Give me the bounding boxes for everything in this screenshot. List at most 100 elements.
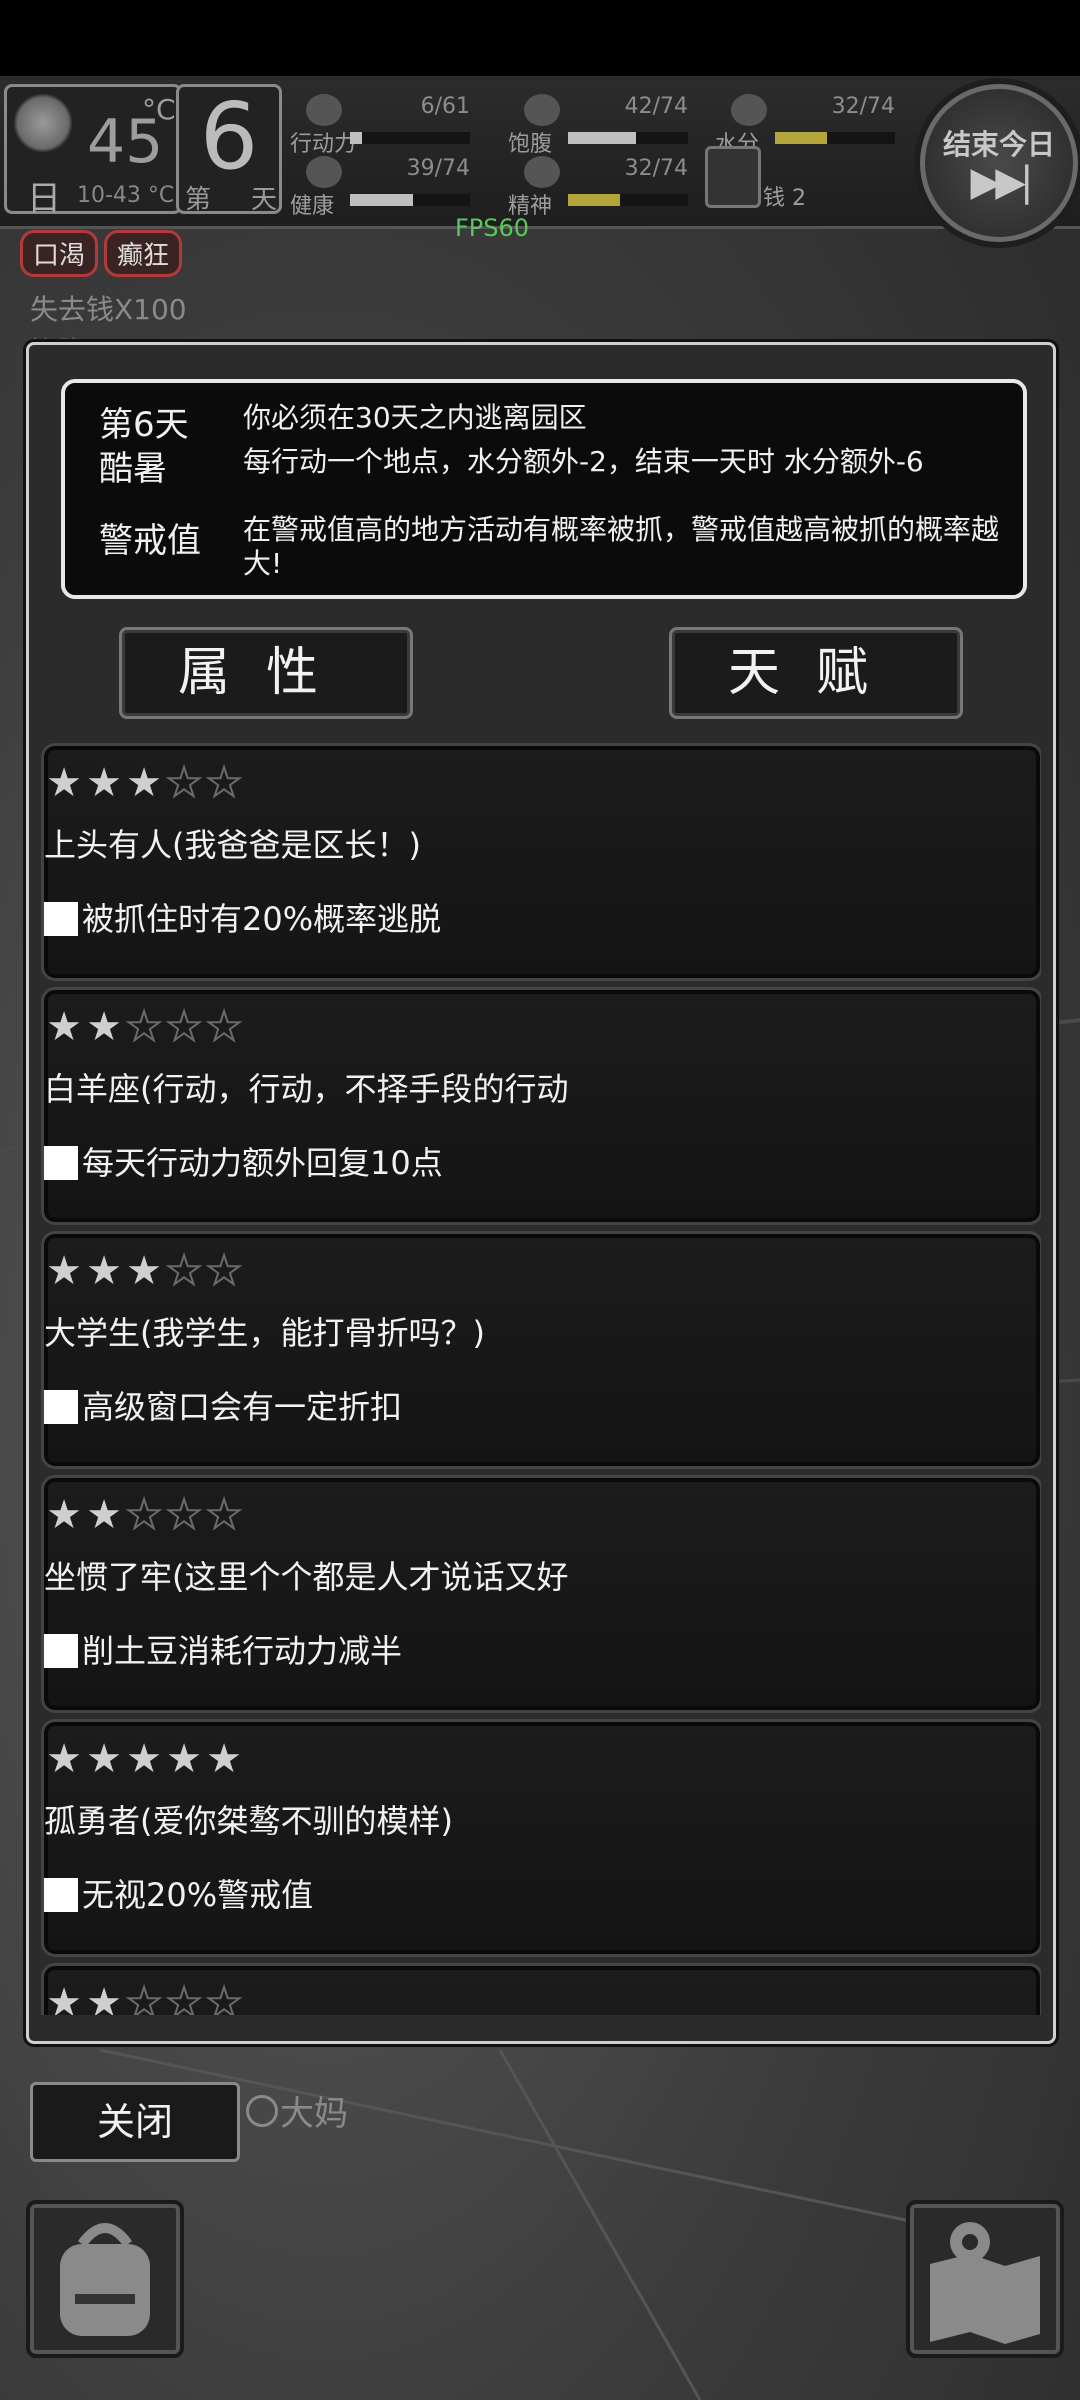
backpack-button[interactable] xyxy=(26,2200,184,2358)
map-button[interactable] xyxy=(906,2200,1064,2358)
talent-title: 大学生(我学生，能打骨折吗？) xyxy=(44,1314,485,1352)
backpack-icon xyxy=(60,2223,150,2336)
star-icon: ★ xyxy=(205,1004,243,1050)
stat-value: 32/74 xyxy=(831,94,895,119)
character-modal: 第6天 你必须在30天之内逃离园区 酷暑 每行动一个地点，水分额外-2，结束一天… xyxy=(26,342,1056,2044)
star-icon: ★ xyxy=(86,1736,122,1782)
npc-aunt[interactable]: 大妈 xyxy=(246,2086,348,2135)
status-tag: 癫狂 xyxy=(104,230,183,277)
star-icon: ★ xyxy=(205,1492,243,1538)
info-value: 每行动一个地点，水分额外-2，结束一天时 水分额外-6 xyxy=(243,445,924,478)
talent-card-list[interactable]: ★ ★ ★ ★ ★ 上头有人(我爸爸是区长！) 被抓住时有20%概率逃脱 ★ ★ ★ ★ ★ 白… xyxy=(41,743,1041,2015)
star-icon: ★ xyxy=(166,1736,202,1782)
talent-card[interactable]: ★ ★ ★ ★ ★ 坐惯了牢(这里个个都是人才说话又好 削土豆消耗行动力减半 xyxy=(41,1475,1041,1713)
stat-value: 42/74 xyxy=(624,94,688,119)
star-rating: ★ ★ ★ ★ ★ xyxy=(44,1738,244,1780)
star-icon: ★ xyxy=(206,1736,242,1782)
star-icon: ★ xyxy=(86,1492,122,1538)
end-day-label: 结束今日 xyxy=(942,128,1055,161)
health-icon xyxy=(306,156,342,188)
stat-bar-fill xyxy=(350,194,414,206)
star-rating: ★ ★ ★ ★ ★ xyxy=(44,760,244,806)
star-icon: ★ xyxy=(205,1248,243,1294)
talent-effect: 无视20%警戒值 xyxy=(44,1870,313,1916)
star-icon: ★ xyxy=(165,1248,203,1294)
star-icon: ★ xyxy=(86,1004,122,1050)
star-icon: ★ xyxy=(165,1004,203,1050)
hud-bar: °C 45 日 10-43 °C 6 第 天 行动力 6/61 饱腹 42/74… xyxy=(0,76,1080,242)
star-icon: ★ xyxy=(125,1004,163,1050)
star-icon: ★ xyxy=(86,1248,122,1294)
stat-bar xyxy=(568,194,688,206)
star-icon: ★ xyxy=(46,760,82,806)
status-bar xyxy=(0,0,1080,76)
status-tag: 口渴 xyxy=(20,230,99,277)
checkbox-icon xyxy=(44,1634,78,1668)
tab-talents[interactable]: 天赋 xyxy=(669,627,963,719)
talent-effect: 被抓住时有20%概率逃脱 xyxy=(44,894,441,940)
weather-label: 日 xyxy=(27,179,61,219)
talent-card[interactable]: ★ ★ ★ ★ ★ 大学生(我学生，能打骨折吗？) 高级窗口会有一定折扣 xyxy=(41,1231,1041,1469)
stat-water: 水分 32/74 xyxy=(715,94,895,157)
stat-label: 饱腹 xyxy=(508,132,553,157)
stat-value: 39/74 xyxy=(406,156,470,181)
talent-card[interactable]: ★ ★ ★ ★ ★ xyxy=(41,1963,1041,2015)
star-icon: ★ xyxy=(125,1980,163,2015)
day-prefix: 第 xyxy=(185,185,212,215)
talent-title: 坐惯了牢(这里个个都是人才说话又好 xyxy=(44,1558,569,1596)
tab-attributes[interactable]: 属性 xyxy=(119,627,413,719)
talent-effect: 削土豆消耗行动力减半 xyxy=(44,1626,402,1672)
star-icon: ★ xyxy=(46,1980,82,2015)
talent-effect-text: 高级窗口会有一定折扣 xyxy=(82,1388,403,1426)
info-key: 第6天 xyxy=(99,405,189,445)
star-icon: ★ xyxy=(205,760,243,806)
water-drop-icon xyxy=(731,94,767,126)
star-icon: ★ xyxy=(126,1248,162,1294)
talent-effect: 高级窗口会有一定折扣 xyxy=(44,1382,402,1428)
talent-card[interactable]: ★ ★ ★ ★ ★ 上头有人(我爸爸是区长！) 被抓住时有20%概率逃脱 xyxy=(41,743,1041,981)
stat-health: 健康 39/74 xyxy=(290,156,470,219)
star-icon: ★ xyxy=(126,1736,162,1782)
day-number: 6 xyxy=(199,83,259,190)
stat-satiety: 饱腹 42/74 xyxy=(508,94,688,157)
star-icon: ★ xyxy=(46,1492,82,1538)
event-log: 口渴癫狂 失去钱X100 饱腹-20 xyxy=(20,230,700,368)
star-rating: ★ ★ ★ ★ ★ xyxy=(44,1980,244,2015)
rules-info-box: 第6天 你必须在30天之内逃离园区 酷暑 每行动一个地点，水分额外-2，结束一天… xyxy=(61,379,1027,599)
map-icon xyxy=(930,2222,1040,2344)
stat-bar xyxy=(350,132,470,144)
weather-panel: °C 45 日 10-43 °C xyxy=(4,84,182,219)
star-icon: ★ xyxy=(125,1492,163,1538)
stat-spirit: 精神 32/74 xyxy=(508,156,688,219)
star-icon: ★ xyxy=(46,1004,82,1050)
talent-title: 上头有人(我爸爸是区长！) xyxy=(44,826,421,864)
star-rating: ★ ★ ★ ★ ★ xyxy=(44,1492,244,1538)
fast-forward-icon: ▶▶| xyxy=(970,159,1034,205)
info-key: 酷暑 xyxy=(99,449,167,489)
npc-label: 大妈 xyxy=(280,2094,348,2134)
stat-value: 6/61 xyxy=(420,94,470,119)
stat-bar xyxy=(775,132,895,144)
talent-effect-text: 被抓住时有20%概率逃脱 xyxy=(82,900,442,938)
checkbox-icon xyxy=(44,1390,78,1424)
talent-card[interactable]: ★ ★ ★ ★ ★ 孤勇者(爱你桀骜不驯的模样) 无视20%警戒值 xyxy=(41,1719,1041,1957)
temperature: 45 xyxy=(87,107,164,177)
info-value: 在警戒值高的地方活动有概率被抓，警戒值越高被抓的概率越大! xyxy=(243,513,1000,580)
stat-value: 32/74 xyxy=(624,156,688,181)
star-icon: ★ xyxy=(165,760,203,806)
money-icon xyxy=(705,146,761,208)
temp-range: 10-43 °C xyxy=(77,183,175,208)
stat-label: 健康 xyxy=(290,194,335,219)
end-day-button[interactable]: 结束今日 ▶▶| xyxy=(920,84,1078,242)
day-panel: 6 第 天 xyxy=(176,83,282,215)
stat-bar xyxy=(350,194,470,206)
star-icon: ★ xyxy=(86,1980,122,2015)
info-key: 警戒值 xyxy=(99,521,201,561)
checkbox-icon xyxy=(44,902,78,936)
food-icon xyxy=(524,94,560,126)
stat-bar-fill xyxy=(568,132,637,144)
brain-icon xyxy=(524,156,560,188)
talent-card[interactable]: ★ ★ ★ ★ ★ 白羊座(行动，行动，不择手段的行动 每天行动力额外回复10点 xyxy=(41,987,1041,1225)
close-button[interactable]: 关闭 xyxy=(30,2082,240,2162)
star-icon: ★ xyxy=(165,1492,203,1538)
